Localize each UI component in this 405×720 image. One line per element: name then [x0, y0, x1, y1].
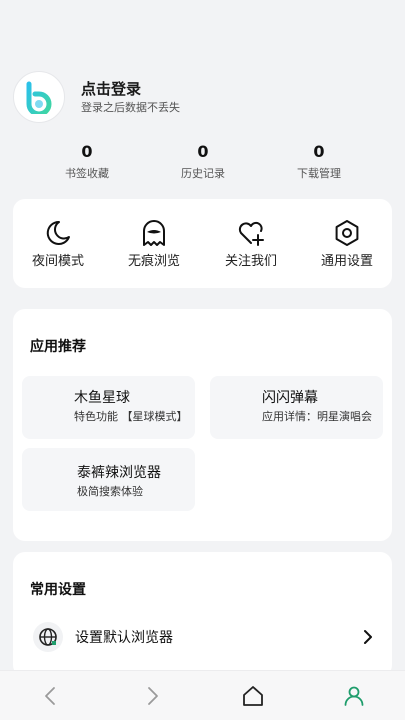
stat-history[interactable]: 0 历史记录	[158, 142, 248, 181]
stat-value: 0	[81, 142, 93, 161]
login-subtitle: 登录之后数据不丢失	[81, 101, 180, 114]
general-settings-label: 通用设置	[320, 254, 373, 269]
heart-plus-icon	[238, 221, 264, 246]
general-settings-button[interactable]: 通用设置	[302, 199, 392, 288]
profile-icon[interactable]	[342, 684, 366, 708]
avatar[interactable]	[13, 71, 65, 123]
stat-value: 0	[197, 142, 209, 161]
app-name: 泰裤辣浏览器	[77, 465, 161, 481]
stat-value: 0	[313, 142, 325, 161]
incognito-button[interactable]: 无痕浏览	[109, 199, 199, 288]
chevron-right-icon	[364, 630, 372, 644]
hexagon-settings-icon	[335, 220, 359, 246]
home-icon[interactable]	[241, 684, 265, 708]
app-tile-taikula[interactable]: 泰裤辣浏览器 极简搜索体验	[22, 448, 195, 511]
stat-label: 书签收藏	[65, 167, 109, 180]
section-title: 常用设置	[30, 582, 86, 598]
bottom-navbar	[0, 670, 405, 720]
back-icon[interactable]	[39, 684, 63, 708]
forward-icon[interactable]	[140, 684, 164, 708]
follow-us-label: 关注我们	[224, 254, 277, 269]
stat-downloads[interactable]: 0 下载管理	[274, 142, 364, 181]
app-tile-shanshan[interactable]: 闪闪弹幕 应用详情：明星演唱会	[210, 376, 383, 439]
app-tile-muyu[interactable]: 木鱼星球 特色功能 【星球模式】	[22, 376, 195, 439]
app-recommend-card: 应用推荐 木鱼星球 特色功能 【星球模式】 闪闪弹幕 应用详情：明星演唱会 泰裤…	[13, 309, 392, 541]
app-desc: 极简搜索体验	[77, 485, 143, 498]
app-desc: 特色功能 【星球模式】	[74, 410, 188, 423]
stat-label: 历史记录	[181, 167, 225, 180]
night-mode-label: 夜间模式	[31, 254, 84, 269]
default-browser-label: 设置默认浏览器	[75, 630, 173, 646]
app-name: 木鱼星球	[74, 390, 130, 406]
globe-icon	[39, 628, 57, 646]
stat-bookmarks[interactable]: 0 书签收藏	[42, 142, 132, 181]
app-desc: 应用详情：明星演唱会	[262, 410, 372, 423]
moon-icon	[46, 220, 70, 245]
section-title: 应用推荐	[30, 339, 86, 355]
follow-us-button[interactable]: 关注我们	[206, 199, 296, 288]
globe-icon-wrap	[33, 622, 63, 652]
stat-label: 下载管理	[297, 167, 341, 180]
app-logo-icon	[26, 81, 52, 114]
common-settings-card: 常用设置 设置默认浏览器	[13, 552, 392, 677]
night-mode-button[interactable]: 夜间模式	[13, 199, 103, 288]
incognito-label: 无痕浏览	[127, 254, 180, 269]
stats-row: 0 书签收藏 0 历史记录 0 下载管理	[0, 142, 405, 188]
login-title[interactable]: 点击登录	[81, 79, 180, 99]
profile-header[interactable]: 点击登录 登录之后数据不丢失	[13, 71, 180, 123]
default-browser-row[interactable]: 设置默认浏览器	[13, 618, 392, 658]
ghost-icon	[143, 220, 165, 246]
app-name: 闪闪弹幕	[262, 390, 318, 406]
quick-actions-card: 夜间模式 无痕浏览 关注我们 通用设置	[13, 199, 392, 288]
